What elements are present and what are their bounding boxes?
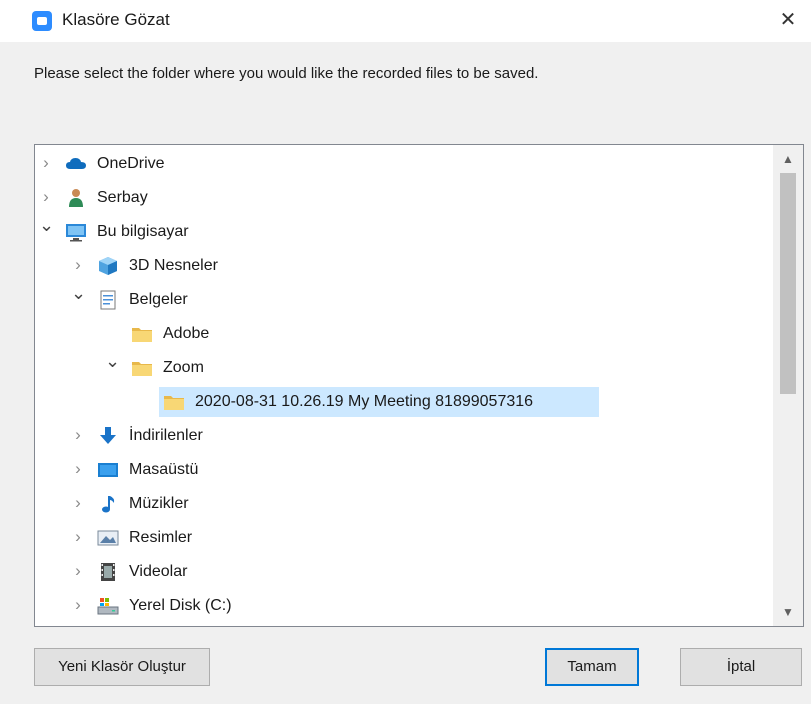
user-icon <box>65 187 87 209</box>
tree-item[interactable]: › İndirilenler <box>35 419 773 453</box>
tree-item-label: Videolar <box>129 563 188 580</box>
tree-item-label: Adobe <box>163 325 210 342</box>
chevron-right-icon[interactable]: › <box>71 256 85 273</box>
tree-item-label: Zoom <box>163 359 204 376</box>
tree-item-label: Masaüstü <box>129 461 199 478</box>
chevron-right-icon[interactable]: › <box>71 494 85 511</box>
tree-item[interactable]: ⌄ Bu bilgisayar <box>35 215 773 249</box>
browse-folder-dialog: Klasöre Gözat ✕ Please select the folder… <box>0 0 811 704</box>
chevron-right-icon[interactable]: › <box>71 460 85 477</box>
chevron-right-icon[interactable]: › <box>39 154 53 171</box>
chevron-down-icon[interactable]: ⌄ <box>39 216 54 234</box>
zoom-app-icon <box>32 11 52 31</box>
title-bar: Klasöre Gözat ✕ <box>0 0 811 42</box>
document-icon <box>97 289 119 311</box>
tree-item-label: Belgeler <box>129 291 188 308</box>
disk-icon <box>97 595 119 617</box>
chevron-right-icon[interactable]: › <box>71 562 85 579</box>
folder-icon <box>131 323 153 345</box>
scroll-down-icon[interactable]: ▼ <box>773 598 803 626</box>
chevron-right-icon[interactable]: › <box>71 528 85 545</box>
tree-item[interactable]: › Serbay <box>35 181 773 215</box>
tree-item[interactable]: ⌄ Belgeler <box>35 283 773 317</box>
tree-item-label: OneDrive <box>97 155 165 172</box>
tree-item[interactable]: › Videolar <box>35 555 773 589</box>
tree-item-label: Müzikler <box>129 495 189 512</box>
video-icon <box>97 561 119 583</box>
tree-item[interactable]: › Müzikler <box>35 487 773 521</box>
chevron-down-icon[interactable]: ⌄ <box>105 352 120 370</box>
desktop-icon <box>97 459 119 481</box>
chevron-right-icon[interactable]: › <box>71 426 85 443</box>
window-title: Klasöre Gözat <box>62 10 170 29</box>
scroll-up-icon[interactable]: ▲ <box>773 145 803 173</box>
tree-item[interactable]: › 3D Nesneler <box>35 249 773 283</box>
tree-item-label: İndirilenler <box>129 427 203 444</box>
tree-item[interactable]: 2020-08-31 10.26.19 My Meeting 818990573… <box>35 385 773 419</box>
tree-item[interactable]: › Masaüstü <box>35 453 773 487</box>
folder-icon <box>163 391 185 413</box>
tree-item[interactable]: › Yerel Disk (C:) <box>35 589 773 623</box>
instruction-text: Please select the folder where you would… <box>34 65 539 82</box>
folder-icon <box>131 357 153 379</box>
computer-icon <box>65 221 87 243</box>
tree-scrollbar[interactable]: ▲ ▼ <box>773 145 803 626</box>
music-icon <box>97 493 119 515</box>
cube-icon <box>97 255 119 277</box>
chevron-right-icon[interactable]: › <box>39 188 53 205</box>
tree-item[interactable]: › Resimler <box>35 521 773 555</box>
tree-item-label: 3D Nesneler <box>129 257 218 274</box>
ok-button[interactable]: Tamam <box>545 648 639 686</box>
tree-item[interactable]: › OneDrive <box>35 147 773 181</box>
tree-item-label: Serbay <box>97 189 148 206</box>
tree-item-label: Resimler <box>129 529 193 546</box>
close-button[interactable]: ✕ <box>765 0 811 42</box>
new-folder-button[interactable]: Yeni Klasör Oluştur <box>34 648 210 686</box>
chevron-down-icon[interactable]: ⌄ <box>71 284 86 302</box>
scroll-thumb[interactable] <box>780 173 796 394</box>
chevron-right-icon[interactable]: › <box>71 596 85 613</box>
tree-item-label: Yerel Disk (C:) <box>129 597 232 614</box>
cancel-button[interactable]: İptal <box>680 648 802 686</box>
cloud-icon <box>65 153 87 175</box>
tree-item-label: Bu bilgisayar <box>97 223 189 240</box>
pictures-icon <box>97 527 119 549</box>
tree-item[interactable]: Adobe <box>35 317 773 351</box>
download-icon <box>97 425 119 447</box>
folder-tree[interactable]: › OneDrive › Serbay ⌄ Bu bilgisayar › 3D Nesnel… <box>34 144 804 627</box>
tree-item-label: 2020-08-31 10.26.19 My Meeting 818990573… <box>195 393 534 410</box>
tree-item[interactable]: ⌄ Zoom <box>35 351 773 385</box>
